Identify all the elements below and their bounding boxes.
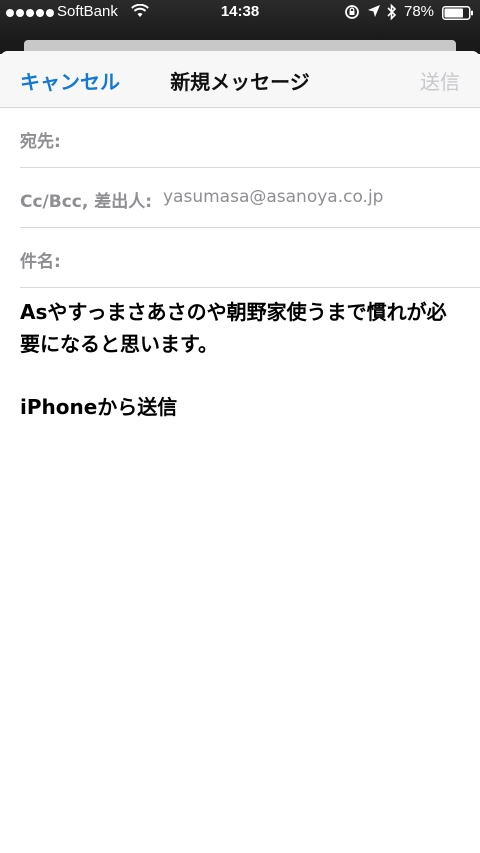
to-field-row[interactable]: 宛先: bbox=[0, 108, 480, 168]
status-bar: SoftBank 14:38 78% bbox=[0, 0, 480, 40]
mail-compose-screen: SoftBank 14:38 78% キャンセル 新規メッセージ 送信 宛先: … bbox=[0, 0, 480, 853]
cc-bcc-from-row[interactable]: Cc/Bcc, 差出人: yasumasa@asanoya.co.jp bbox=[0, 168, 480, 228]
message-body[interactable]: Asやすっまさあさのや朝野家使うまで慣れが必要になると思います。 bbox=[20, 296, 465, 360]
send-button[interactable]: 送信 bbox=[420, 66, 460, 95]
cc-bcc-from-label: Cc/Bcc, 差出人: bbox=[20, 192, 153, 212]
subject-input[interactable] bbox=[70, 242, 464, 274]
cancel-button[interactable]: キャンセル bbox=[20, 66, 120, 95]
bluetooth-icon bbox=[387, 3, 397, 21]
location-arrow-icon bbox=[368, 5, 380, 17]
subject-label: 件名: bbox=[20, 252, 61, 272]
to-input[interactable] bbox=[70, 122, 464, 154]
from-address[interactable]: yasumasa@asanoya.co.jp bbox=[163, 187, 383, 207]
battery-icon bbox=[442, 6, 473, 20]
divider bbox=[20, 287, 480, 288]
signature-text: iPhoneから送信 bbox=[20, 395, 178, 419]
navigation-bar: キャンセル 新規メッセージ 送信 bbox=[0, 51, 480, 108]
rotation-lock-icon bbox=[345, 5, 359, 19]
battery-percent: 78% bbox=[404, 3, 435, 20]
compose-sheet: キャンセル 新規メッセージ 送信 宛先: Cc/Bcc, 差出人: yasuma… bbox=[0, 51, 480, 853]
to-label: 宛先: bbox=[20, 132, 61, 152]
subject-field-row[interactable]: 件名: bbox=[0, 228, 480, 288]
message-body-text: Asやすっまさあさのや朝野家使うまで慣れが必要になると思います。 bbox=[20, 300, 447, 356]
